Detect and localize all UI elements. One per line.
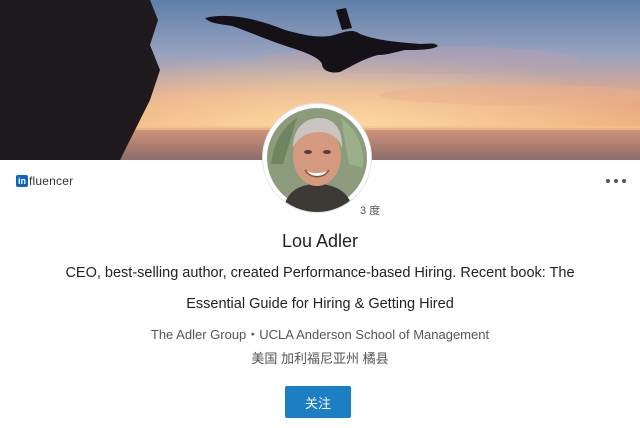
connection-degree: 3 度 <box>360 205 381 217</box>
influencer-badge: in fluencer <box>16 173 73 189</box>
profile-headline: CEO, best-selling author, created Perfor… <box>65 265 575 312</box>
company-education-line: The Adler Group・UCLA Anderson School of … <box>150 327 490 342</box>
avatar[interactable] <box>263 104 371 212</box>
more-options-button[interactable] <box>606 174 626 188</box>
more-dot-icon <box>614 179 618 183</box>
more-dot-icon <box>606 179 610 183</box>
profile-name: Lou Adler <box>281 231 359 251</box>
more-dot-icon <box>622 179 626 183</box>
avatar-image <box>263 104 371 212</box>
follow-button[interactable]: 关注 <box>285 386 351 418</box>
profile-location: 美国 加利福尼亚州 橘县 <box>251 351 389 366</box>
influencer-label: fluencer <box>29 174 74 188</box>
profile-page: in fluencer 3 度 Lou Adler CEO, best-sell… <box>0 0 640 428</box>
linkedin-logo-icon: in <box>16 175 28 187</box>
